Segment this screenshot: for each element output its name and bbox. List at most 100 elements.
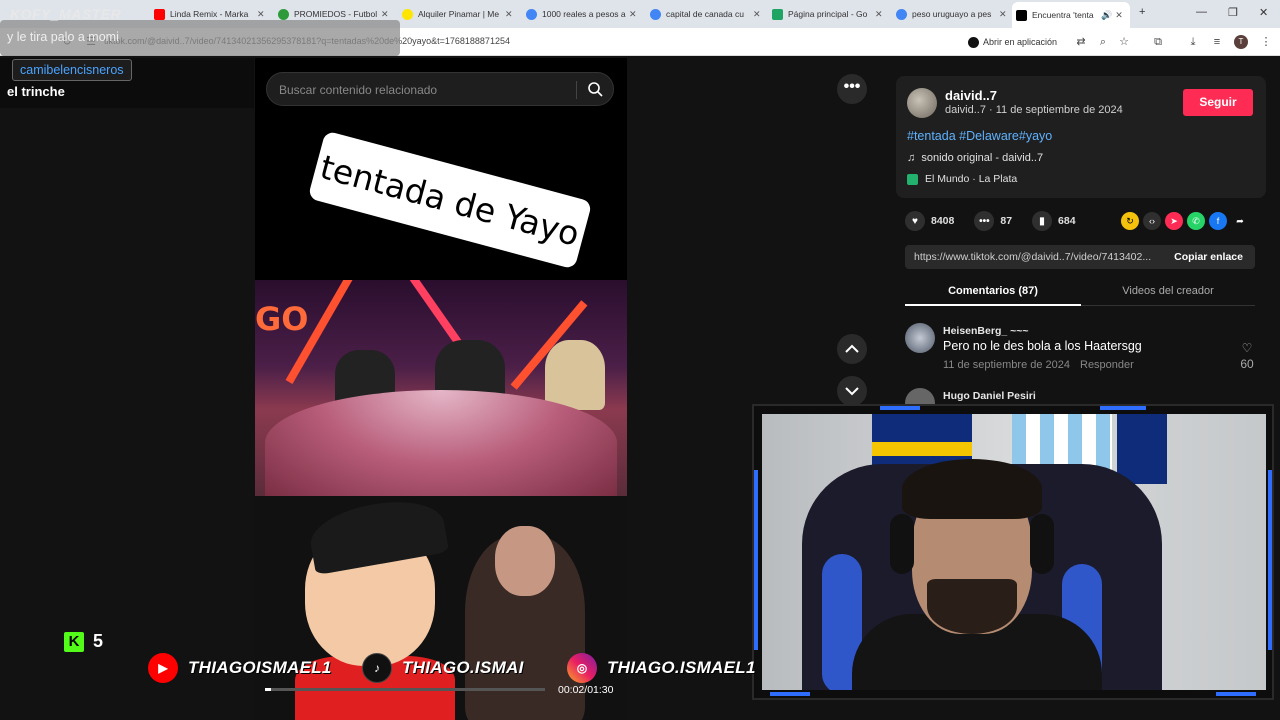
comment-like-count: 60 — [1240, 357, 1254, 371]
related-search-bar[interactable]: Buscar contenido relacionado — [266, 72, 614, 106]
frame-accent — [1216, 692, 1256, 696]
search-icon[interactable] — [587, 81, 603, 97]
profile-avatar[interactable]: T — [1234, 35, 1248, 49]
mercadolibre-favicon-icon — [402, 8, 413, 20]
hashtags[interactable]: #tentada #Delaware#yayo — [907, 129, 1052, 143]
browser-tab[interactable]: Alquiler Pinamar | Me ✕ — [398, 4, 517, 24]
menu-dots-icon[interactable]: ⋮ — [1259, 35, 1273, 49]
copy-link-box: https://www.tiktok.com/@daivid..7/video/… — [905, 245, 1255, 269]
comment-text: Pero no le des bola a los Haatersgg — [943, 339, 1142, 353]
media-icon[interactable]: ≡ — [1210, 35, 1224, 49]
bookmark-star-icon[interactable]: ☆ — [1117, 35, 1131, 49]
repost-icon[interactable]: ↻ — [1121, 212, 1139, 230]
tab-title: PROMIEDOS - Futbol — [294, 9, 378, 19]
chat-line: y le tira palo a momi — [7, 30, 119, 44]
comment-date: 11 de septiembre de 2024 — [943, 359, 1070, 371]
tab-creator-videos[interactable]: Videos del creador — [1081, 278, 1255, 306]
close-tab-icon[interactable]: ✕ — [257, 9, 265, 20]
close-tab-icon[interactable]: ✕ — [381, 9, 389, 20]
open-in-app-button[interactable]: Abrir en aplicación — [968, 34, 1057, 50]
instagram-handle-text: THIAGO.ISMAEL1 — [607, 658, 756, 677]
youtube-favicon-icon — [154, 8, 165, 20]
chat-message: el trinche — [7, 84, 65, 99]
like-count: 8408 — [931, 215, 955, 227]
browser-tab-active[interactable]: Encuentra 'tenta 🔊 ✕ — [1012, 2, 1130, 28]
google-favicon-icon — [526, 8, 537, 20]
engagement-stats: ♥ 8408 ••• 87 ▮ 684 — [905, 210, 1096, 232]
restore-icon[interactable]: ❐ — [1228, 6, 1238, 19]
save-button[interactable]: ▮ 684 — [1032, 211, 1076, 231]
overlay-title: KOFY_MASTER — [10, 6, 122, 22]
close-tab-icon[interactable]: ✕ — [999, 9, 1007, 20]
video-progress-bar[interactable] — [265, 688, 545, 691]
minimize-icon[interactable]: — — [1196, 6, 1207, 18]
close-window-icon[interactable]: ✕ — [1259, 6, 1268, 19]
browser-tab[interactable]: 1000 reales a pesos a ✕ — [522, 4, 641, 24]
location-link[interactable]: El Mundo · La Plata — [907, 173, 1017, 185]
share-arrow-icon[interactable]: ➦ — [1231, 212, 1249, 230]
music-note-icon: ♫ — [907, 152, 916, 164]
youtube-handle-text: THIAGOISMAEL1 — [188, 658, 332, 677]
close-tab-icon[interactable]: ✕ — [875, 9, 883, 20]
close-tab-icon[interactable]: ✕ — [629, 9, 637, 20]
google-favicon-icon — [896, 8, 907, 20]
reply-button[interactable]: Responder — [1080, 359, 1134, 371]
translate-icon[interactable]: ⇄ — [1074, 35, 1088, 49]
bookmark-icon: ▮ — [1032, 211, 1053, 231]
browser-tab[interactable]: peso uruguayo a pes ✕ — [892, 4, 1011, 24]
comment-avatar[interactable] — [905, 323, 935, 353]
speaker-icon[interactable]: 🔊 — [1101, 10, 1112, 21]
more-options-icon[interactable]: ••• — [837, 74, 867, 104]
chat-username: camibelencisneros — [12, 59, 132, 81]
close-tab-icon[interactable]: ✕ — [753, 9, 761, 20]
kick-viewers: K 5 — [64, 631, 103, 652]
tab-comments[interactable]: Comentarios (87) — [905, 278, 1081, 306]
zoom-icon[interactable]: ⌕ — [1096, 35, 1110, 49]
comment-username[interactable]: HeisenBerg_ ~~~ — [943, 325, 1029, 337]
tiktok-icon — [968, 36, 979, 48]
jersey — [1117, 414, 1167, 484]
download-icon[interactable]: ⤓ — [1186, 35, 1200, 49]
facebook-icon[interactable]: f — [1209, 212, 1227, 230]
previous-video-button[interactable] — [837, 334, 867, 364]
like-button[interactable]: ♥ 8408 — [905, 211, 954, 231]
extensions-icon[interactable]: ⧉ — [1151, 35, 1165, 49]
share-row: ↻ ‹› ➤ ✆ f ➦ — [1121, 212, 1249, 230]
creator-name[interactable]: daivid..7 — [945, 88, 997, 103]
frame-accent — [880, 406, 920, 410]
video-time: 00:02/01:30 — [558, 684, 614, 696]
sound-link[interactable]: ♫ sonido original - daivid..7 — [907, 152, 1043, 164]
new-tab-icon[interactable]: + — [1139, 6, 1145, 18]
promiedos-favicon-icon — [278, 8, 289, 20]
laughing-man-face — [495, 526, 555, 596]
youtube-icon: ▶ — [148, 653, 178, 683]
close-tab-icon[interactable]: ✕ — [1115, 10, 1123, 21]
close-tab-icon[interactable]: ✕ — [505, 9, 513, 20]
location-label: El Mundo · La Plata — [925, 173, 1018, 185]
studio-person — [545, 340, 605, 410]
embed-code-icon[interactable]: ‹› — [1143, 212, 1161, 230]
comment-username[interactable]: Hugo Daniel Pesiri — [943, 390, 1036, 402]
creator-avatar[interactable] — [907, 88, 937, 118]
tiktok-favicon-icon — [1016, 9, 1027, 21]
studio-sign: GO — [255, 300, 309, 338]
youtube-handle: ▶ THIAGOISMAEL1 — [148, 653, 332, 683]
copy-link-button[interactable]: Copiar enlace — [1174, 251, 1243, 263]
video-studio-scene: GO — [255, 280, 627, 496]
follow-button[interactable]: Seguir — [1183, 89, 1253, 116]
tab-title: peso uruguayo a pes — [912, 9, 992, 19]
browser-tab[interactable]: capital de canada cu ✕ — [646, 4, 765, 24]
comment-like-icon[interactable]: ♡ — [1237, 341, 1257, 355]
whatsapp-icon[interactable]: ✆ — [1187, 212, 1205, 230]
tab-title: Linda Remix - Marka — [170, 9, 249, 19]
studio-desk — [265, 390, 617, 496]
browser-tab[interactable]: Página principal - Go ✕ — [768, 4, 887, 24]
send-icon[interactable]: ➤ — [1165, 212, 1183, 230]
frame-accent — [1268, 470, 1272, 650]
tab-title: Alquiler Pinamar | Me — [418, 9, 500, 19]
streamer-beard — [927, 579, 1017, 634]
jersey-stripe — [872, 442, 972, 456]
comment-button[interactable]: ••• 87 — [974, 211, 1012, 231]
next-video-button[interactable] — [837, 376, 867, 406]
search-placeholder: Buscar contenido relacionado — [279, 83, 438, 97]
